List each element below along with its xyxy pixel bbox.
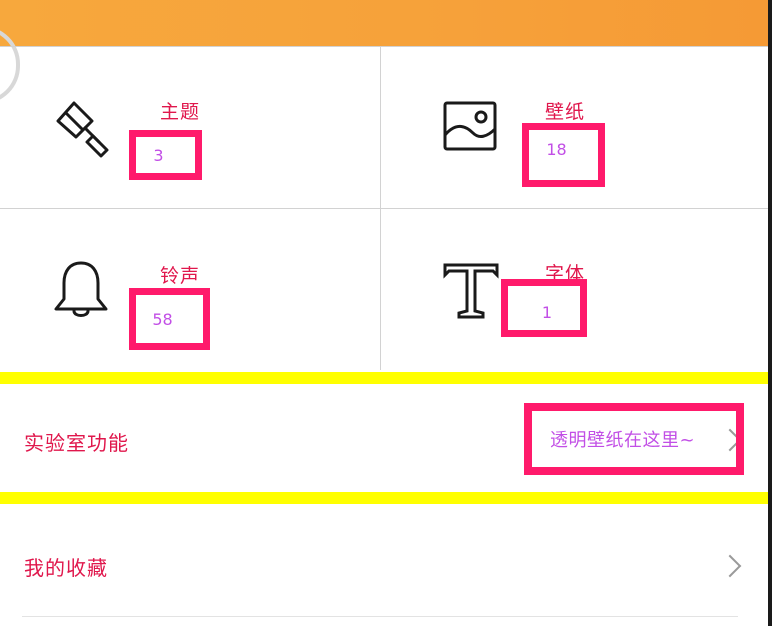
count-highlight-box: 58 — [129, 288, 210, 350]
category-wallpaper[interactable]: 壁纸 18 — [381, 47, 761, 207]
window-edge — [768, 0, 772, 626]
category-count: 58 — [152, 309, 173, 329]
category-label: 铃声 — [160, 265, 201, 287]
category-label: 主题 — [160, 101, 201, 123]
my-favorites-label: 我的收藏 — [24, 556, 108, 580]
image-icon — [441, 97, 501, 161]
category-count: 1 — [541, 302, 553, 322]
category-count: 3 — [153, 145, 164, 165]
row-divider — [22, 616, 738, 617]
font-icon — [441, 261, 501, 325]
count-highlight-box: 18 — [522, 123, 605, 187]
lab-features-label: 实验室功能 — [24, 431, 129, 455]
category-ringtone[interactable]: 铃声 58 — [0, 209, 380, 369]
count-highlight-box: 3 — [129, 130, 202, 180]
highlight-band-top — [0, 372, 768, 384]
bell-icon — [50, 259, 112, 325]
my-favorites-row[interactable]: 我的收藏 — [0, 510, 768, 616]
count-highlight-box: 1 — [501, 279, 587, 337]
paintbrush-icon — [52, 95, 116, 163]
chevron-right-icon — [718, 554, 742, 578]
category-count: 18 — [546, 139, 567, 159]
highlight-band-bottom — [0, 492, 768, 504]
transparent-wallpaper-hint[interactable]: 透明壁纸在这里~ — [550, 426, 695, 452]
category-theme[interactable]: 主题 3 — [0, 47, 380, 207]
category-label: 壁纸 — [545, 101, 586, 123]
category-font[interactable]: 字体 1 — [381, 209, 761, 369]
top-header-bar — [0, 0, 768, 104]
